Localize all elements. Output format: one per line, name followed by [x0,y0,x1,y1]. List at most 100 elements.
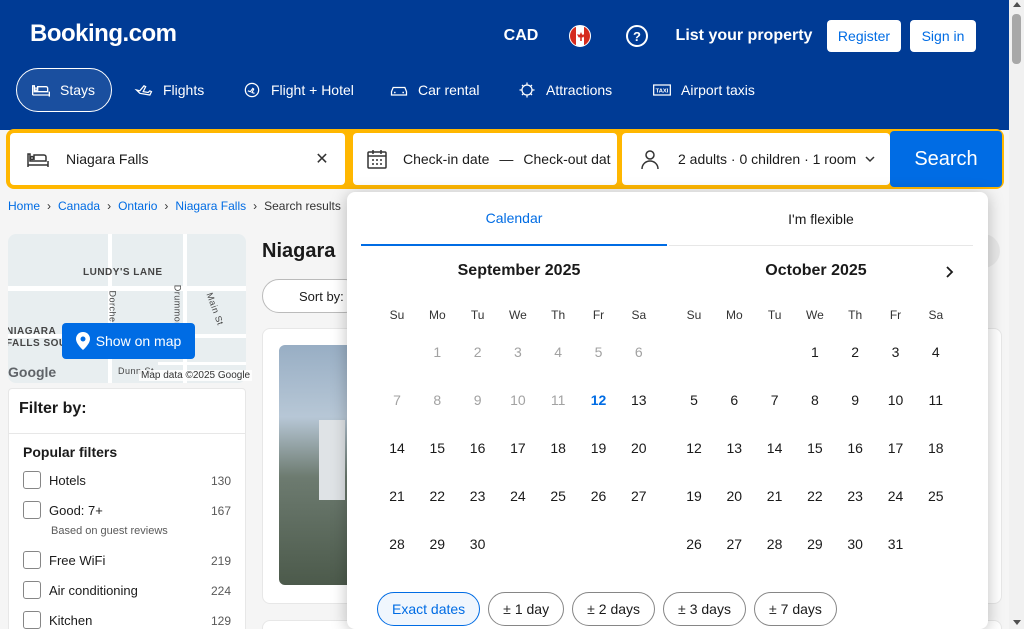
filter-kitchen[interactable]: Kitchen [23,611,92,629]
calendar-day[interactable]: 31 [876,520,916,568]
calendar-day[interactable]: 23 [458,472,498,520]
calendar-day[interactable]: 9 [835,376,875,424]
destination-input[interactable] [66,151,306,167]
checkbox[interactable] [23,471,41,489]
map-preview[interactable]: LUNDY'S LANE NIAGARA FALLS SOUTH Dorches… [8,234,246,383]
calendar-day[interactable]: 28 [377,520,417,568]
tab-flights[interactable]: Flights [120,68,224,112]
calendar-day[interactable]: 21 [377,472,417,520]
calendar-day[interactable]: 30 [835,520,875,568]
calendar-day[interactable]: 27 [714,520,754,568]
scrollbar[interactable] [1009,0,1024,629]
calendar-day[interactable]: 25 [916,472,956,520]
svg-text:TAXI: TAXI [656,89,669,95]
scroll-down-icon[interactable] [1013,620,1021,625]
scrollbar-thumb[interactable] [1012,14,1021,64]
calendar-day[interactable]: 13 [714,424,754,472]
seven-days-chip[interactable]: ±7 days [753,592,837,626]
sign-in-button[interactable]: Sign in [910,20,976,52]
breadcrumb-ontario[interactable]: Ontario [118,199,157,213]
currency-button[interactable]: CAD [495,18,547,54]
calendar-day[interactable]: 13 [619,376,659,424]
tab-attractions[interactable]: Attractions [503,68,631,112]
calendar-day[interactable]: 30 [458,520,498,568]
calendar-day[interactable]: 20 [619,424,659,472]
search-button[interactable]: Search [890,131,1002,187]
three-days-chip[interactable]: ±3 days [663,592,746,626]
filter-hotels[interactable]: Hotels [23,471,86,489]
calendar-day[interactable]: 29 [795,520,835,568]
calendar-day[interactable]: 17 [876,424,916,472]
calendar-day[interactable]: 14 [377,424,417,472]
calendar-day[interactable]: 5 [674,376,714,424]
calendar-day[interactable]: 25 [538,472,578,520]
calendar-day[interactable]: 18 [916,424,956,472]
calendar-day[interactable]: 23 [835,472,875,520]
flight-hotel-icon [244,82,260,98]
tab-stays[interactable]: Stays [16,68,112,112]
tab-calendar[interactable]: Calendar [361,192,667,246]
calendar-day[interactable]: 17 [498,424,538,472]
calendar-day[interactable]: 4 [916,328,956,376]
calendar-day[interactable]: 12 [579,376,619,424]
calendar-day[interactable]: 27 [619,472,659,520]
breadcrumb-canada[interactable]: Canada [58,199,100,213]
calendar-day[interactable]: 8 [795,376,835,424]
tab-car-rental[interactable]: Car rental [375,68,499,112]
booking-logo[interactable]: Booking.com [30,20,177,48]
filter-good-7[interactable]: Good: 7+ [23,501,103,519]
calendar-day[interactable]: 11 [916,376,956,424]
calendar-day[interactable]: 22 [795,472,835,520]
show-on-map-button[interactable]: Show on map [62,323,195,359]
exact-dates-chip[interactable]: Exact dates [377,592,481,626]
clear-icon[interactable]: ✕ [313,150,331,168]
calendar-day[interactable]: 26 [674,520,714,568]
language-button[interactable] [558,18,602,54]
calendar-day[interactable]: 29 [417,520,457,568]
checkbox[interactable] [23,501,41,519]
calendar-day[interactable]: 15 [417,424,457,472]
two-days-chip[interactable]: ±2 days [572,592,656,626]
tab-flight-hotel[interactable]: Flight + Hotel [228,68,368,112]
calendar-day[interactable]: 3 [876,328,916,376]
checkbox[interactable] [23,581,41,599]
filter-air-conditioning[interactable]: Air conditioning [23,581,138,599]
calendar-day[interactable]: 6 [714,376,754,424]
calendar-day[interactable]: 7 [755,376,795,424]
guests-field[interactable]: 2 adults · 0 children · 1 room [622,133,890,185]
calendar-day[interactable]: 12 [674,424,714,472]
breadcrumb-niagara[interactable]: Niagara Falls [175,199,246,213]
calendar-day[interactable]: 16 [835,424,875,472]
scroll-up-icon[interactable] [1013,2,1021,7]
calendar-day[interactable]: 24 [876,472,916,520]
calendar-day[interactable]: 10 [876,376,916,424]
tab-airport-taxis[interactable]: TAXI Airport taxis [638,68,774,112]
one-day-chip[interactable]: ±1 day [488,592,565,626]
calendar-day[interactable]: 28 [755,520,795,568]
calendar-day[interactable]: 21 [755,472,795,520]
breadcrumb-home[interactable]: Home [8,199,40,213]
calendar-day[interactable]: 1 [795,328,835,376]
calendar-day[interactable]: 19 [674,472,714,520]
calendar-day[interactable]: 20 [714,472,754,520]
filter-free-wifi[interactable]: Free WiFi [23,551,105,569]
register-button[interactable]: Register [827,20,901,52]
calendar-day[interactable]: 24 [498,472,538,520]
calendar-day[interactable]: 18 [538,424,578,472]
tab-flexible[interactable]: I'm flexible [669,192,973,246]
calendar-day[interactable]: 16 [458,424,498,472]
map-credit: Map data ©2025 Google [139,370,253,381]
help-button[interactable]: ? [615,18,659,54]
tab-attractions-label: Attractions [546,82,613,98]
destination-field[interactable]: ✕ [10,133,345,185]
calendar-day[interactable]: 19 [579,424,619,472]
calendar-day[interactable]: 22 [417,472,457,520]
calendar-day[interactable]: 14 [755,424,795,472]
calendar-day[interactable]: 2 [835,328,875,376]
checkbox[interactable] [23,611,41,629]
checkbox[interactable] [23,551,41,569]
calendar-day[interactable]: 15 [795,424,835,472]
list-property-link[interactable]: List your property [670,18,818,54]
date-picker-field[interactable]: Check-in date — Check-out date [353,133,617,185]
calendar-day[interactable]: 26 [579,472,619,520]
